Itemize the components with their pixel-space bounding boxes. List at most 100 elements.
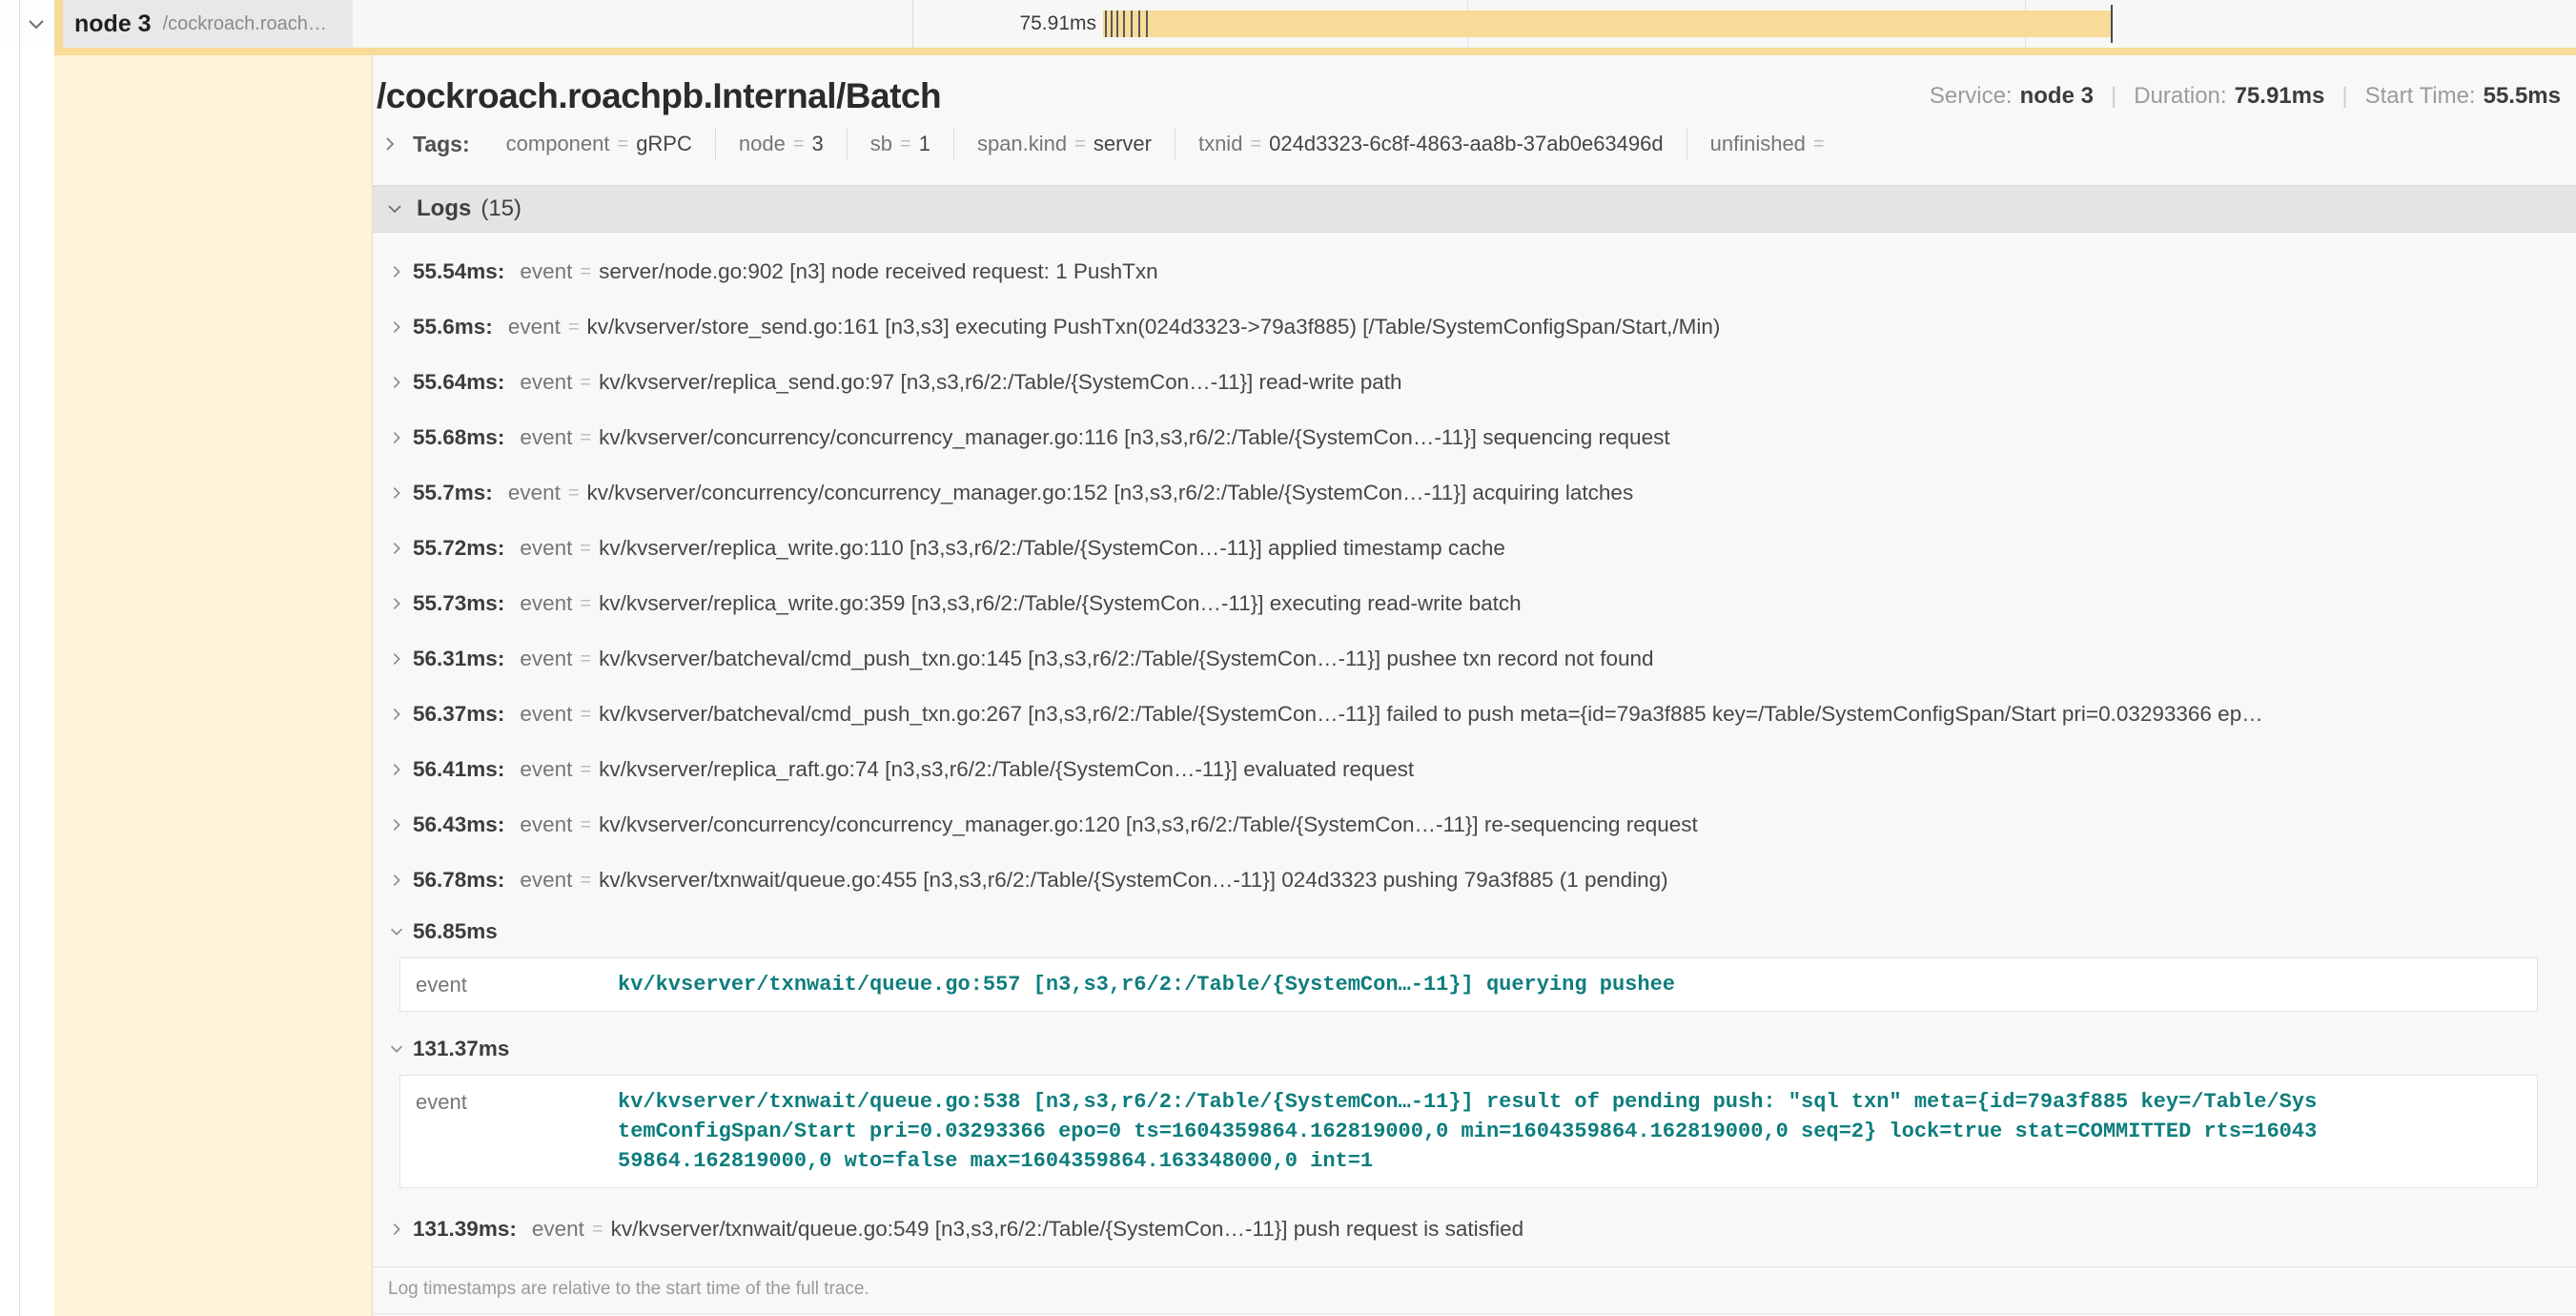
logs-section-toggle[interactable]: Logs (15) [373,185,2576,233]
logs-header-count: (15) [480,195,521,222]
chevron-down-icon [388,1040,413,1058]
log-equals: = [580,814,591,836]
log-row-expanded-header[interactable]: 56.85ms [388,908,2576,956]
log-message: server/node.go:902 [n3] node received re… [599,259,1168,284]
log-timestamp: 55.64ms: [413,370,504,395]
trace-end-marker [2111,5,2113,43]
log-field-key: event [508,315,561,339]
tag-value: 3 [812,132,824,156]
tag-span-kind[interactable]: span.kind = server [954,128,1176,160]
log-row[interactable]: 55.54ms: event = server/node.go:902 [n3]… [388,244,2576,299]
log-message: kv/kvserver/replica_send.go:97 [n3,s3,r6… [599,370,1412,395]
log-timestamp: 55.54ms: [413,259,504,284]
log-field-key: event [532,1217,584,1242]
tag-key: component [506,132,610,156]
trace-detail-page: node 3 /cockroach.roach… 75.91ms /cockro… [0,0,2576,1316]
log-row[interactable]: 55.7ms: event = kv/kvserver/concurrency/… [388,465,2576,521]
chevron-right-icon [388,816,413,833]
chevron-right-icon [380,134,399,154]
log-field-key: event [520,425,572,450]
log-message: kv/kvserver/concurrency/concurrency_mana… [599,812,1707,837]
log-timestamp: 56.43ms: [413,812,504,837]
chevron-right-icon [388,761,413,778]
start-time-value: 55.5ms [2484,83,2561,110]
span-name-block[interactable]: node 3 /cockroach.roach… [63,0,353,48]
log-field-key: event [520,591,572,616]
chevron-right-icon [388,540,413,557]
tag-unfinished[interactable]: unfinished = [1687,128,1855,160]
span-operation-name: /cockroach.roach… [163,13,327,35]
chevron-down-icon [384,198,405,219]
log-row[interactable]: 56.31ms: event = kv/kvserver/batcheval/c… [388,631,2576,687]
log-timestamp: 131.39ms: [413,1217,517,1242]
log-row[interactable]: 55.64ms: event = kv/kvserver/replica_sen… [388,355,2576,410]
log-timestamp: 56.41ms: [413,757,504,782]
tag-value: server [1094,132,1152,156]
chevron-right-icon [388,263,413,280]
duration-label: Duration: [2134,83,2226,110]
log-marker-tick [1123,10,1125,37]
span-meta: Service: node 3 | Duration: 75.91ms | St… [1930,83,2561,110]
log-row[interactable]: 55.72ms: event = kv/kvserver/replica_wri… [388,521,2576,576]
log-field-value: kv/kvserver/txnwait/queue.go:538 [n3,s3,… [618,1087,2317,1176]
selected-span-name-column[interactable] [54,55,372,1316]
chevron-right-icon [388,484,413,502]
span-duration-bar[interactable] [1103,10,2112,37]
span-row-collapse-button[interactable] [25,12,48,35]
tag-txnid[interactable]: txnid = 024d3323-6c8f-4863-aa8b-37ab0e63… [1176,128,1687,160]
meta-separator: | [2341,83,2347,110]
span-service-name: node 3 [74,10,152,38]
log-marker-tick [1116,10,1118,37]
log-marker-tick [1146,10,1148,37]
tag-key: unfinished [1710,132,1806,156]
log-field-key: event [520,868,572,893]
log-row[interactable]: 55.73ms: event = kv/kvserver/replica_wri… [388,576,2576,631]
tag-equals: = [1813,134,1825,155]
log-equals: = [580,372,591,394]
log-row[interactable]: 56.41ms: event = kv/kvserver/replica_raf… [388,742,2576,797]
tag-equals: = [1074,134,1086,155]
chevron-right-icon [388,319,413,336]
tag-key: sb [870,132,892,156]
tag-key: txnid [1198,132,1242,156]
chevron-right-icon [388,429,413,446]
log-message: kv/kvserver/store_send.go:161 [n3,s3] ex… [587,315,1730,339]
service-label: Service: [1930,83,2013,110]
tags-label: Tags: [413,132,470,157]
span-detail-header: /cockroach.roachpb.Internal/Batch Servic… [373,55,2576,126]
start-time-label: Start Time: [2365,83,2476,110]
meta-separator: | [2111,83,2116,110]
log-equals: = [580,759,591,781]
log-row[interactable]: 56.43ms: event = kv/kvserver/concurrency… [388,797,2576,853]
log-message: kv/kvserver/concurrency/concurrency_mana… [599,425,1680,450]
log-marker-tick [1111,10,1113,37]
log-timestamp: 55.7ms: [413,481,493,505]
tags-section-toggle[interactable]: Tags: component = gRPC node = 3 sb = 1 s… [373,126,2576,172]
tag-key: node [739,132,786,156]
name-column-divider [912,0,913,48]
tag-equals: = [793,134,805,155]
log-equals: = [568,317,580,339]
tag-value: gRPC [636,132,692,156]
span-color-strip [54,0,63,48]
log-timestamp: 131.37ms [413,1037,509,1061]
log-timestamp: 56.37ms: [413,702,504,727]
chevron-right-icon [388,872,413,889]
log-row[interactable]: 56.37ms: event = kv/kvserver/batcheval/c… [388,687,2576,742]
log-detail-box: event kv/kvserver/txnwait/queue.go:557 [… [399,957,2538,1012]
log-row[interactable]: 56.78ms: event = kv/kvserver/txnwait/que… [388,853,2576,908]
tag-sb[interactable]: sb = 1 [848,128,954,160]
chevron-right-icon [388,595,413,612]
tag-equals: = [618,134,629,155]
log-row[interactable]: 55.6ms: event = kv/kvserver/store_send.g… [388,299,2576,355]
log-field-key: event [520,812,572,837]
log-message: kv/kvserver/batcheval/cmd_push_txn.go:26… [599,702,2273,727]
tag-component[interactable]: component = gRPC [483,128,716,160]
tag-node[interactable]: node = 3 [716,128,848,160]
log-row[interactable]: 131.39ms: event = kv/kvserver/txnwait/qu… [388,1202,2576,1257]
log-equals: = [580,870,591,892]
log-row-expanded-header[interactable]: 131.37ms [388,1025,2576,1073]
log-message: kv/kvserver/batcheval/cmd_push_txn.go:14… [599,647,1663,671]
log-row[interactable]: 55.68ms: event = kv/kvserver/concurrency… [388,410,2576,465]
chevron-right-icon [388,650,413,668]
